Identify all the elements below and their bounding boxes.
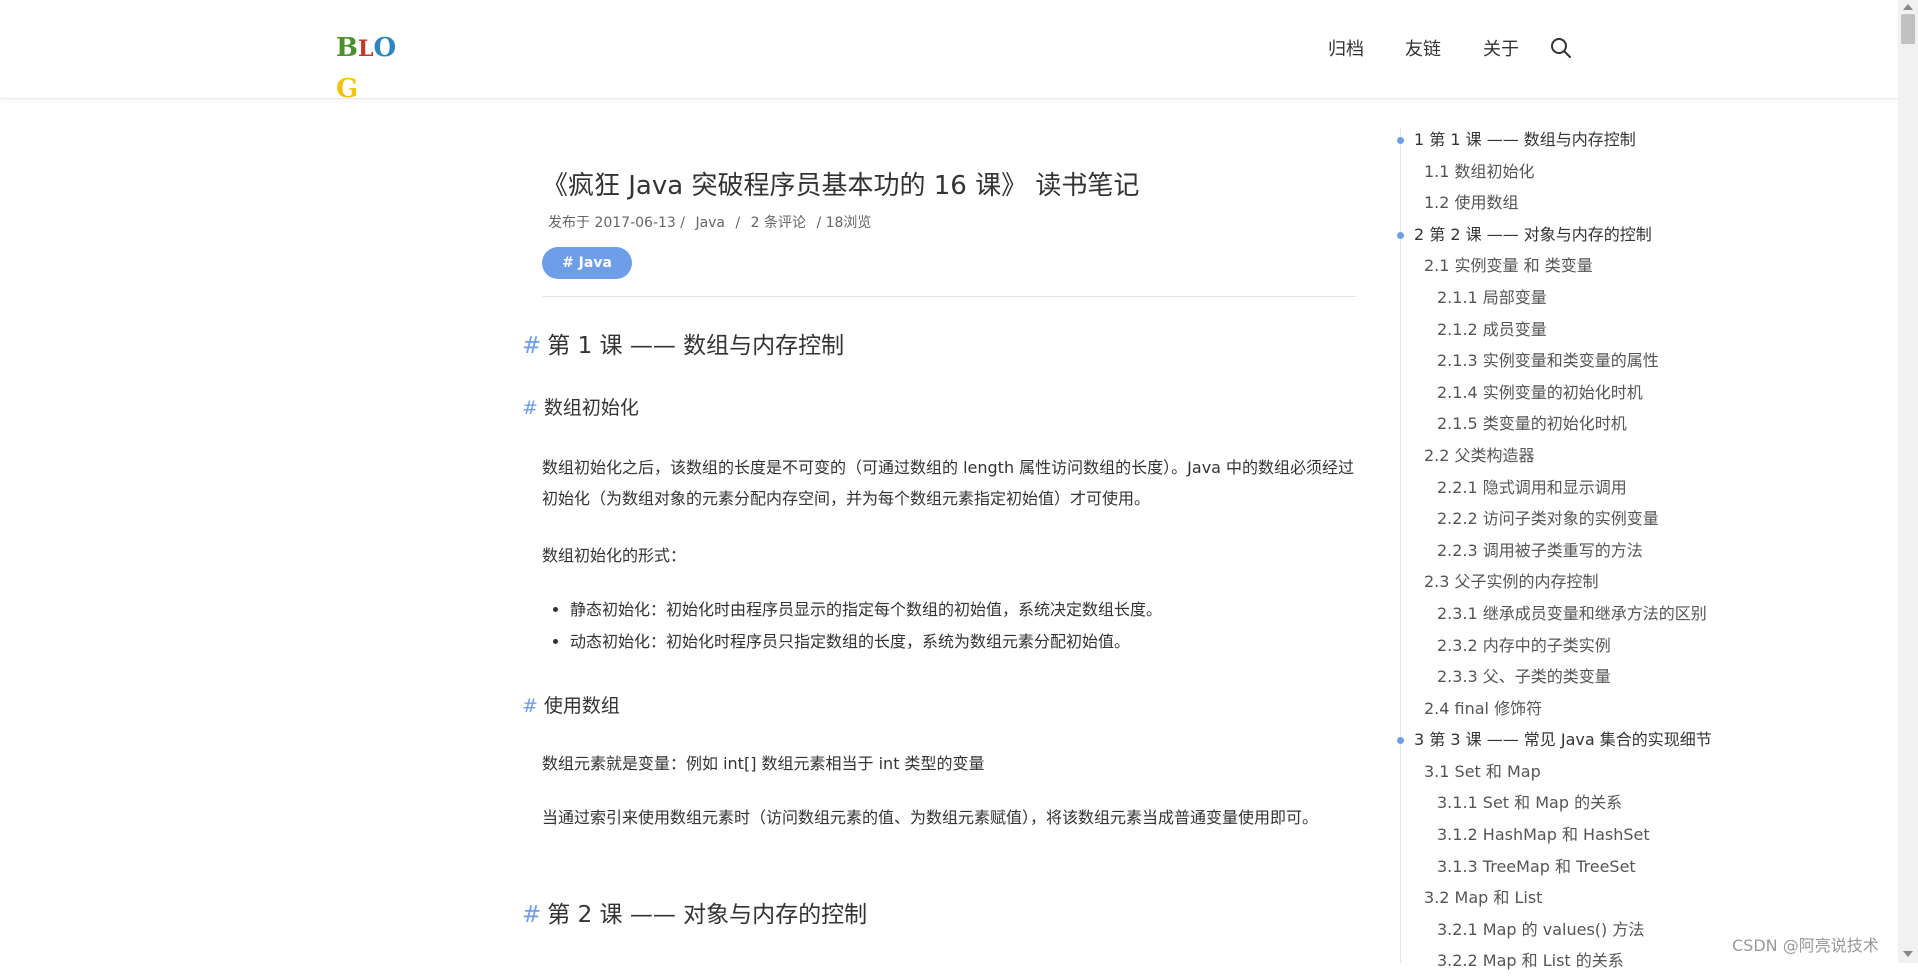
toc-item-label: 1 第 1 课 —— 数组与内存控制 xyxy=(1414,130,1636,149)
toc-item[interactable]: 3.1 Set 和 Map xyxy=(1396,756,1856,788)
toc-item-label: 3.1.1 Set 和 Map 的关系 xyxy=(1437,793,1623,813)
toc-bullet-icon xyxy=(1397,231,1404,239)
post-views: / 18浏览 xyxy=(816,215,872,231)
toc-item[interactable]: 2.4 final 修饰符 xyxy=(1396,693,1856,725)
toc-item-label: 2.1.1 局部变量 xyxy=(1437,287,1547,307)
toc-item[interactable]: 3.1.2 HashMap 和 HashSet xyxy=(1396,819,1856,851)
heading-use-array: # 使用数组 xyxy=(522,695,620,717)
toc-item[interactable]: 3 第 3 课 —— 常见 Java 集合的实现细节 xyxy=(1396,724,1856,756)
toc-item[interactable]: 2.1 实例变量 和 类变量 xyxy=(1396,250,1856,282)
scrollbar-thumb[interactable] xyxy=(1901,14,1915,44)
toc-item-label: 1.1 数组初始化 xyxy=(1424,161,1535,181)
post-date: 发布于 2017-06-13 / xyxy=(548,215,685,231)
csdn-watermark: CSDN @阿亮说技术 xyxy=(1732,936,1879,955)
toc-item-label: 2.2 父类构造器 xyxy=(1424,445,1535,465)
toc-item[interactable]: 2.2.1 隐式调用和显示调用 xyxy=(1396,472,1856,504)
toc-item-label: 3.1.2 HashMap 和 HashSet xyxy=(1437,825,1650,845)
toc-item-label: 2.2.1 隐式调用和显示调用 xyxy=(1437,477,1627,497)
toc-item-label: 3.2.2 Map 和 List 的关系 xyxy=(1437,951,1624,971)
nav-archive[interactable]: 归档 xyxy=(1328,35,1364,61)
toc-item[interactable]: 2.1.3 实例变量和类变量的属性 xyxy=(1396,345,1856,377)
toc-item[interactable]: 3.2 Map 和 List xyxy=(1396,882,1856,914)
post-title: 《疯狂 Java 突破程序员基本功的 16 课》 读书笔记 xyxy=(542,171,1140,201)
toc-item[interactable]: 2.3.1 继承成员变量和继承方法的区别 xyxy=(1396,598,1856,630)
toc-item-label: 2.4 final 修饰符 xyxy=(1424,698,1543,718)
list-item: 动态初始化：初始化时程序员只指定数组的长度，系统为数组元素分配初始值。 xyxy=(570,626,1162,658)
toc-item-label: 3.1 Set 和 Map xyxy=(1424,761,1541,781)
list-item: 静态初始化：初始化时由程序员显示的指定每个数组的初始值，系统决定数组长度。 xyxy=(570,594,1162,626)
toc-item[interactable]: 2.1.5 类变量的初始化时机 xyxy=(1396,408,1856,440)
toc-item-label: 1.2 使用数组 xyxy=(1424,193,1519,213)
toc-item-label: 2.1.4 实例变量的初始化时机 xyxy=(1437,382,1643,402)
toc-item[interactable]: 2.3.3 父、子类的类变量 xyxy=(1396,661,1856,693)
divider xyxy=(542,296,1356,297)
toc-item-label: 2.2.2 访问子类对象的实例变量 xyxy=(1437,509,1659,529)
toc-item[interactable]: 1.1 数组初始化 xyxy=(1396,156,1856,188)
anchor-hash[interactable]: # xyxy=(522,902,541,928)
blog-logo[interactable]: BLOG xyxy=(336,28,410,104)
toc-item-label: 2.1.3 实例变量和类变量的属性 xyxy=(1437,351,1659,371)
toc-item-label: 2.1.2 成员变量 xyxy=(1437,319,1547,339)
paragraph: 数组初始化的形式： xyxy=(542,546,687,565)
table-of-contents: 1 第 1 课 —— 数组与内存控制 1.1 数组初始化 1.2 使用数组 2 第 2… xyxy=(1396,124,1856,977)
anchor-hash[interactable]: # xyxy=(522,397,538,419)
post-comments-link[interactable]: 2 条评论 xyxy=(751,215,806,231)
init-list: 静态初始化：初始化时由程序员显示的指定每个数组的初始值，系统决定数组长度。 动态… xyxy=(542,594,1162,658)
toc-item-label: 2.2.3 调用被子类重写的方法 xyxy=(1437,540,1643,560)
scroll-down-arrow-icon[interactable] xyxy=(1903,951,1913,957)
toc-item[interactable]: 2.1.4 实例变量的初始化时机 xyxy=(1396,377,1856,409)
toc-item[interactable]: 1.2 使用数组 xyxy=(1396,187,1856,219)
toc-item-label: 2.1.5 类变量的初始化时机 xyxy=(1437,414,1627,434)
heading-array-init: # 数组初始化 xyxy=(522,397,639,419)
toc-item[interactable]: 2.3.2 内存中的子类实例 xyxy=(1396,630,1856,662)
toc-item-label: 2.1 实例变量 和 类变量 xyxy=(1424,256,1593,276)
toc-item-label: 2.3 父子实例的内存控制 xyxy=(1424,572,1599,592)
paragraph: 数组初始化之后，该数组的长度是不可变的（可通过数组的 length 属性访问数组… xyxy=(542,458,1355,508)
toc-item[interactable]: 3.1.1 Set 和 Map 的关系 xyxy=(1396,787,1856,819)
toc-item[interactable]: 2.2.3 调用被子类重写的方法 xyxy=(1396,535,1856,567)
post-category-link[interactable]: Java xyxy=(695,215,725,231)
toc-item[interactable]: 2.2.2 访问子类对象的实例变量 xyxy=(1396,503,1856,535)
meta-separator: / xyxy=(735,215,741,231)
toc-item[interactable]: 2.2 父类构造器 xyxy=(1396,440,1856,472)
heading-lesson-2: # 第 2 课 —— 对象与内存的控制 xyxy=(522,902,868,928)
toc-item-label: 2.3.2 内存中的子类实例 xyxy=(1437,635,1611,655)
search-icon[interactable] xyxy=(1550,37,1572,59)
toc-item-label: 3 第 3 课 —— 常见 Java 集合的实现细节 xyxy=(1414,730,1712,750)
paragraph: 数组元素就是变量：例如 int[] 数组元素相当于 int 类型的变量 xyxy=(542,754,985,773)
anchor-hash[interactable]: # xyxy=(522,333,541,359)
toc-item-label: 3.2 Map 和 List xyxy=(1424,888,1543,908)
toc-item-label: 2 第 2 课 —— 对象与内存的控制 xyxy=(1414,224,1652,244)
toc-item[interactable]: 1 第 1 课 —— 数组与内存控制 xyxy=(1396,124,1856,156)
toc-item-label: 2.3.3 父、子类的类变量 xyxy=(1437,667,1611,687)
toc-item[interactable]: 2.1.1 局部变量 xyxy=(1396,282,1856,314)
toc-item-label: 3.1.3 TreeMap 和 TreeSet xyxy=(1437,856,1636,876)
toc-bullet-icon xyxy=(1397,737,1404,745)
anchor-hash[interactable]: # xyxy=(522,695,538,717)
heading-lesson-1: # 第 1 课 —— 数组与内存控制 xyxy=(522,333,845,359)
toc-item[interactable]: 2.1.2 成员变量 xyxy=(1396,314,1856,346)
nav-friend-links[interactable]: 友链 xyxy=(1405,35,1441,61)
scroll-up-arrow-icon[interactable] xyxy=(1903,4,1913,10)
tag-java[interactable]: # Java xyxy=(542,247,632,279)
toc-bullet-icon xyxy=(1397,137,1404,144)
nav-about[interactable]: 关于 xyxy=(1483,35,1519,61)
toc-item[interactable]: 2.3 父子实例的内存控制 xyxy=(1396,566,1856,598)
toc-item[interactable]: 3.1.3 TreeMap 和 TreeSet xyxy=(1396,851,1856,883)
toc-item[interactable]: 2 第 2 课 —— 对象与内存的控制 xyxy=(1396,219,1856,251)
post-meta: 发布于 2017-06-13 / Java / 2 条评论 / 18浏览 xyxy=(548,212,877,232)
toc-item-label: 2.3.1 继承成员变量和继承方法的区别 xyxy=(1437,603,1707,623)
paragraph: 当通过索引来使用数组元素时（访问数组元素的值、为数组元素赋值），将该数组元素当成… xyxy=(542,808,1319,827)
site-header: BLOG 归档 友链 关于 xyxy=(0,0,1898,104)
toc-item-label: 3.2.1 Map 的 values() 方法 xyxy=(1437,919,1645,939)
scrollbar[interactable] xyxy=(1898,0,1918,963)
